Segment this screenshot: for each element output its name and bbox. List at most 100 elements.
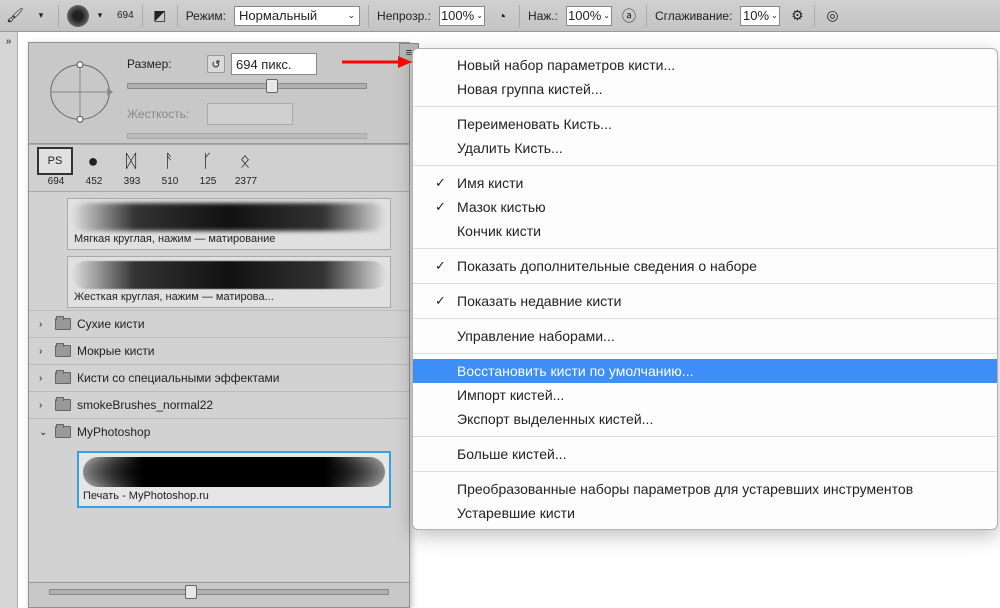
flow-field[interactable]: 100%⌄ <box>566 6 612 26</box>
brush-tool-icon[interactable]: 🖌 <box>6 7 24 25</box>
recent-brush-item[interactable]: PS694 <box>37 147 75 187</box>
recent-brush-item[interactable]: ᛟ2377 <box>227 147 265 187</box>
recent-brush-size: 125 <box>189 176 227 187</box>
menu-legacy-brushes[interactable]: Устаревшие кисти <box>413 501 997 525</box>
folder-name: Кисти со специальными эффектами <box>77 371 280 385</box>
brush-stroke-preview <box>72 261 386 289</box>
menu-separator <box>413 283 997 284</box>
pressure-size-icon[interactable]: ◎ <box>823 7 841 25</box>
separator <box>58 5 59 27</box>
gear-icon[interactable]: ⚙ <box>788 7 806 25</box>
menu-new-preset[interactable]: Новый набор параметров кисти... <box>413 53 997 77</box>
recent-brush-item[interactable]: ●452 <box>75 147 113 187</box>
flow-value: 100% <box>568 8 601 23</box>
blend-mode-value: Нормальный <box>239 8 317 23</box>
brush-stroke-preview <box>83 457 385 487</box>
folder-icon <box>55 345 71 357</box>
brush-folder[interactable]: › smokeBrushes_normal22 <box>29 391 409 418</box>
chevron-down-icon: ⌄ <box>347 10 355 21</box>
menu-new-group[interactable]: Новая группа кистей... <box>413 77 997 101</box>
chevron-right-icon: › <box>39 346 49 357</box>
mode-label: Режим: <box>186 9 226 23</box>
menu-separator <box>413 318 997 319</box>
folder-name: Сухие кисти <box>77 317 145 331</box>
menu-export-brushes[interactable]: Экспорт выделенных кистей... <box>413 407 997 431</box>
menu-brush-name[interactable]: Имя кисти <box>413 171 997 195</box>
separator <box>814 5 815 27</box>
smoothing-field[interactable]: 10%⌄ <box>740 6 780 26</box>
recent-brush-item[interactable]: ᚴ125 <box>189 147 227 187</box>
recent-brush-size: 393 <box>113 176 151 187</box>
airbrush-icon[interactable]: ⓐ <box>620 7 638 25</box>
smoothing-label: Сглаживание: <box>655 9 732 23</box>
brush-folder[interactable]: › Мокрые кисти <box>29 337 409 364</box>
brush-angle-preview[interactable] <box>41 53 119 131</box>
preview-size-slider-row <box>29 583 409 597</box>
brush-name: Печать - MyPhotoshop.ru <box>83 490 385 502</box>
menu-delete-brush[interactable]: Удалить Кисть... <box>413 136 997 160</box>
menu-separator <box>413 436 997 437</box>
menu-show-additional-info[interactable]: Показать дополнительные сведения о набор… <box>413 254 997 278</box>
menu-preset-manager[interactable]: Управление наборами... <box>413 324 997 348</box>
chevron-down-icon[interactable]: ▾ <box>91 7 109 25</box>
brush-folder[interactable]: ⌄MyPhotoshop <box>29 418 409 445</box>
brush-preset-picker[interactable]: ▾ <box>67 5 109 27</box>
opacity-field[interactable]: 100%⌄ <box>439 6 485 26</box>
chevron-right-icon: › <box>39 319 49 330</box>
folder-name: Мокрые кисти <box>77 344 155 358</box>
menu-separator <box>413 165 997 166</box>
recent-brush-item[interactable]: ᚨ510 <box>151 147 189 187</box>
hardness-slider <box>127 133 367 139</box>
slider-thumb[interactable] <box>266 79 278 93</box>
size-field[interactable]: 694 пикс. <box>231 53 317 75</box>
flow-label: Наж.: <box>528 9 558 23</box>
brush-settings-icon[interactable]: ◩ <box>151 7 169 25</box>
recent-brush-size: 510 <box>151 176 189 187</box>
blend-mode-dropdown[interactable]: Нормальный ⌄ <box>234 6 360 26</box>
brush-preview-item-selected[interactable]: Печать - MyPhotoshop.ru <box>77 451 391 508</box>
chevron-right-icon: › <box>39 373 49 384</box>
menu-more-brushes[interactable]: Больше кистей... <box>413 442 997 466</box>
reset-size-button[interactable]: ↺ <box>207 55 225 73</box>
recent-brush-item[interactable]: ᛞ393 <box>113 147 151 187</box>
recent-brush-size: 694 <box>37 176 75 187</box>
chevron-down-icon[interactable]: ▾ <box>32 7 50 25</box>
menu-separator <box>413 106 997 107</box>
menu-show-recent[interactable]: Показать недавние кисти <box>413 289 997 313</box>
folder-name: smokeBrushes_normal22 <box>77 398 213 412</box>
menu-restore-default-brushes[interactable]: Восстановить кисти по умолчанию... <box>413 359 997 383</box>
brush-preview-item[interactable]: Жесткая круглая, нажим — матирова... <box>67 256 391 308</box>
menu-brush-stroke[interactable]: Мазок кистью <box>413 195 997 219</box>
separator <box>142 5 143 27</box>
brush-name: Мягкая круглая, нажим — матирование <box>72 231 386 245</box>
preview-size-slider[interactable] <box>49 589 389 595</box>
brush-stroke-preview <box>72 203 386 231</box>
pressure-opacity-icon[interactable]: ◔ <box>493 7 511 25</box>
chevron-down-icon: ⌄ <box>603 11 610 20</box>
folder-icon <box>55 399 71 411</box>
brush-preview-item[interactable]: Мягкая круглая, нажим — матирование <box>67 198 391 250</box>
menu-brush-tip[interactable]: Кончик кисти <box>413 219 997 243</box>
folder-icon <box>55 372 71 384</box>
folder-name: MyPhotoshop <box>77 425 150 439</box>
slider-thumb[interactable] <box>185 585 197 599</box>
opacity-value: 100% <box>441 8 474 23</box>
brush-list[interactable]: Мягкая круглая, нажим — матирование Жест… <box>29 192 409 582</box>
menu-import-brushes[interactable]: Импорт кистей... <box>413 383 997 407</box>
separator <box>368 5 369 27</box>
brush-folder[interactable]: › Сухие кисти <box>29 310 409 337</box>
separator <box>646 5 647 27</box>
expand-icon[interactable]: » <box>0 32 17 47</box>
menu-converted-legacy[interactable]: Преобразованные наборы параметров для ус… <box>413 477 997 501</box>
size-label: Размер: <box>127 57 201 71</box>
recent-brush-size: 2377 <box>227 176 265 187</box>
size-slider[interactable] <box>127 83 367 89</box>
brush-folder[interactable]: › Кисти со специальными эффектами <box>29 364 409 391</box>
menu-rename-brush[interactable]: Переименовать Кисть... <box>413 112 997 136</box>
menu-separator <box>413 353 997 354</box>
annotation-arrow <box>340 52 414 72</box>
chevron-right-icon: › <box>39 400 49 411</box>
brush-name: Жесткая круглая, нажим — матирова... <box>72 289 386 303</box>
options-bar: 🖌 ▾ ▾ 694 ◩ Режим: Нормальный ⌄ Непрозр.… <box>0 0 1000 32</box>
hardness-label: Жесткость: <box>127 107 201 121</box>
